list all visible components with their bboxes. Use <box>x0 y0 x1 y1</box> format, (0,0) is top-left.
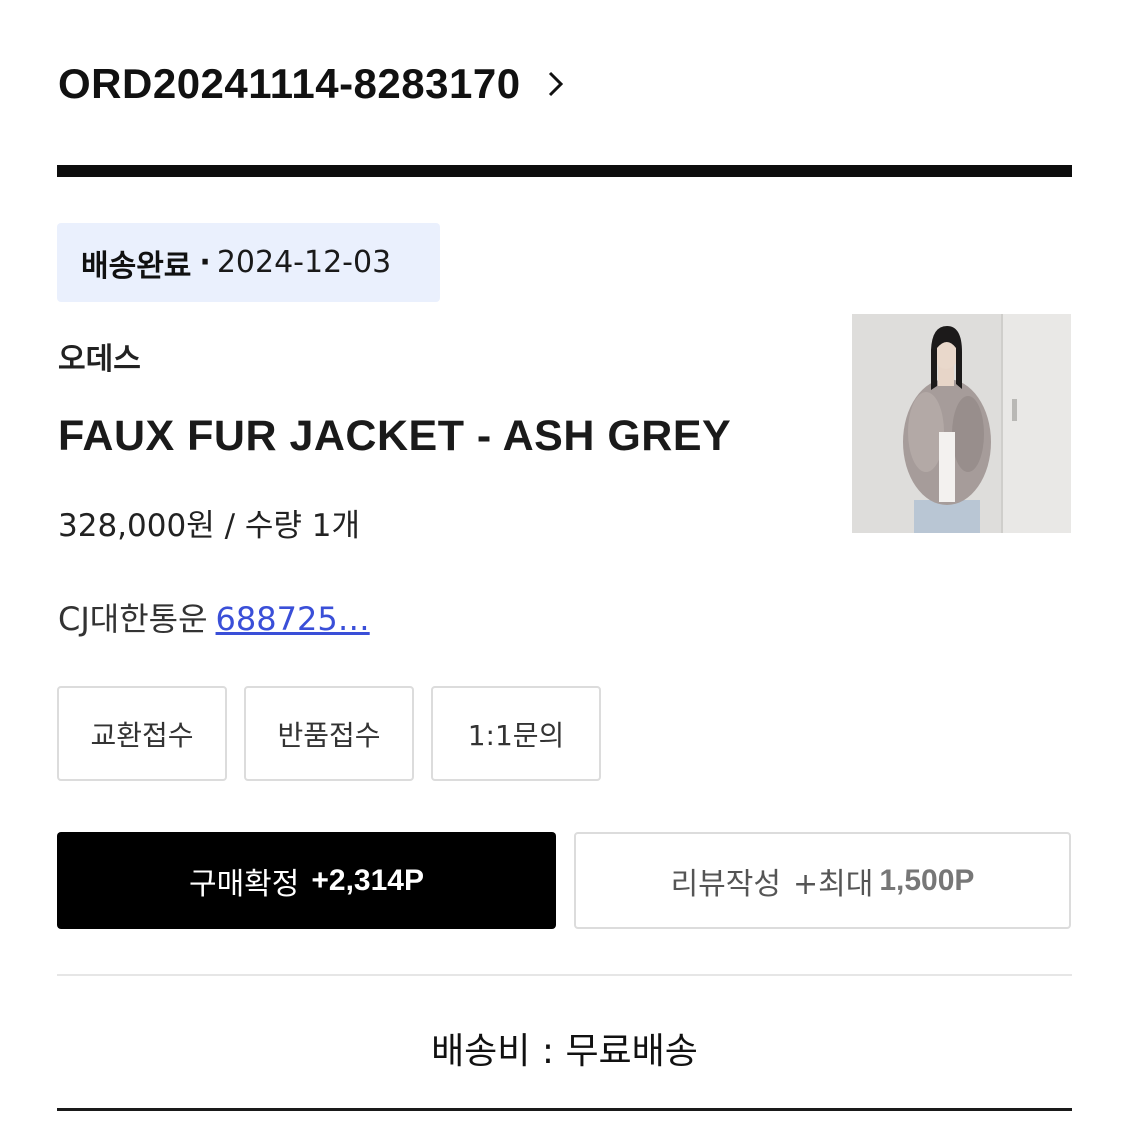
delivery-fee: 배송비 : 무료배송 <box>431 1031 698 1072</box>
write-review-button[interactable]: 리뷰작성 +최대 1,500P <box>574 832 1071 929</box>
chevron-right-icon[interactable] <box>545 64 571 104</box>
status-label: 배송완료 <box>81 248 192 284</box>
return-button[interactable]: 반품접수 <box>244 686 414 781</box>
status-date: 2024-12-03 <box>216 245 392 280</box>
review-points: 1,500P <box>879 863 975 897</box>
status-separator: · <box>199 245 211 280</box>
order-id[interactable]: ORD20241114-8283170 <box>58 60 521 108</box>
status-badge: 배송완료 · 2024-12-03 <box>57 223 440 302</box>
brand-name[interactable]: 오데스 <box>58 334 141 378</box>
divider <box>57 974 1072 976</box>
inquiry-button[interactable]: 1:1문의 <box>431 686 601 781</box>
product-photo[interactable] <box>852 314 1071 533</box>
review-prefix: +최대 <box>792 866 874 902</box>
section-divider <box>57 165 1072 177</box>
carrier-name: CJ대한통운 <box>58 600 208 638</box>
order-header[interactable]: ORD20241114-8283170 <box>58 60 571 108</box>
price-quantity: 328,000원 / 수량 1개 <box>58 508 361 544</box>
shipping-info: CJ대한통운 688725… <box>58 594 370 640</box>
exchange-button[interactable]: 교환접수 <box>57 686 227 781</box>
confirm-purchase-button[interactable]: 구매확정 +2,314P <box>57 832 556 929</box>
confirm-points: +2,314P <box>311 863 424 897</box>
tracking-number-link[interactable]: 688725… <box>216 600 370 638</box>
bottom-divider <box>57 1108 1072 1111</box>
review-label: 리뷰작성 <box>670 866 781 902</box>
confirm-label: 구매확정 <box>188 866 300 902</box>
product-name[interactable]: FAUX FUR JACKET - ASH GREY <box>58 412 731 461</box>
